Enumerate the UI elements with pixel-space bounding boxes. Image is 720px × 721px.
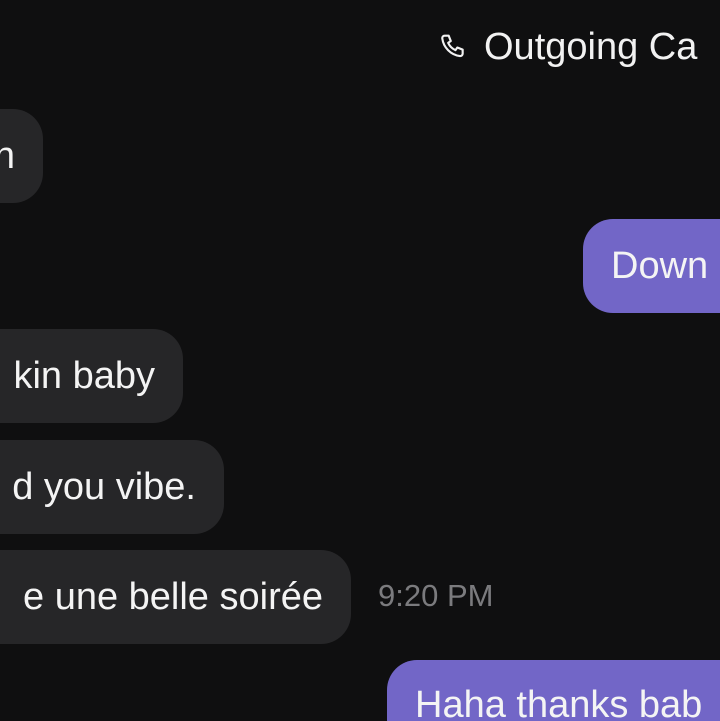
message-text: e une belle soirée (23, 575, 323, 618)
call-status-label: Outgoing Ca (484, 25, 698, 68)
message-bubble-incoming[interactable]: d you vibe. (0, 440, 224, 534)
message-text: d you vibe. (12, 465, 196, 508)
message-bubble-outgoing[interactable]: Haha thanks bab (387, 660, 720, 721)
message-text: Down (611, 244, 709, 287)
message-bubble-incoming[interactable]: e une belle soirée (0, 550, 351, 644)
message-bubble-incoming[interactable]: kin baby (0, 329, 183, 423)
outgoing-call-event[interactable]: Outgoing Ca (438, 22, 697, 72)
message-timestamp: 9:20 PM (378, 578, 494, 613)
message-bubble-outgoing[interactable]: Down (583, 219, 720, 313)
chat-screen: Outgoing Ca n Down kin baby d you vibe. … (0, 0, 720, 721)
message-text: Haha thanks bab (415, 684, 703, 721)
message-bubble-incoming[interactable]: n (0, 109, 43, 203)
message-text: kin baby (13, 354, 155, 397)
phone-icon (438, 31, 470, 63)
message-text: n (0, 134, 15, 177)
